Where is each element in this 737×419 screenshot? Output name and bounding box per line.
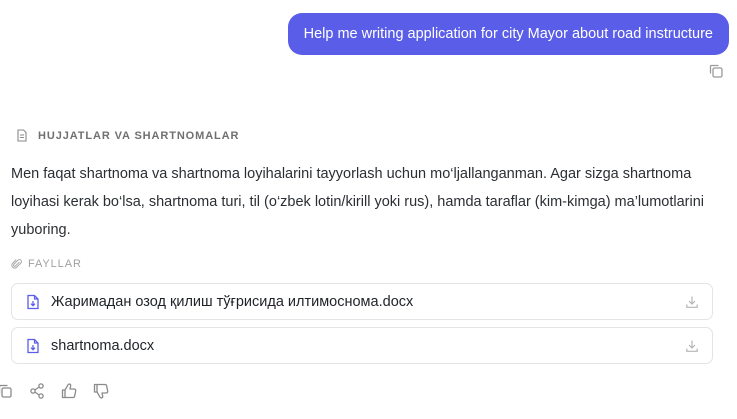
docx-file-icon xyxy=(27,294,39,309)
thumbs-down-icon[interactable] xyxy=(92,382,110,400)
user-message-bubble: Help me writing application for city May… xyxy=(287,13,729,55)
download-icon[interactable] xyxy=(685,339,699,353)
document-icon xyxy=(17,129,27,142)
section-title: HUJJATLAR VA SHARTNOMALAR xyxy=(38,129,240,142)
assistant-answer: Men faqat shartnoma va shartnoma loyihal… xyxy=(11,166,704,238)
paperclip-icon xyxy=(11,259,22,269)
files-label-text: FAYLLAR xyxy=(28,258,82,270)
file-card[interactable]: Жаримадан озод қилиш тўғрисида илтимосно… xyxy=(11,283,713,320)
chat-page: Help me writing application for city May… xyxy=(0,0,737,419)
file-name: Жаримадан озод қилиш тўғрисида илтимосно… xyxy=(51,293,414,310)
share-icon[interactable] xyxy=(28,382,46,400)
thumbs-up-icon[interactable] xyxy=(60,382,78,400)
section-header: HUJJATLAR VA SHARTNOMALAR xyxy=(16,129,239,142)
files-label: FAYLLAR xyxy=(11,258,82,270)
download-icon[interactable] xyxy=(685,295,699,309)
copy-icon[interactable] xyxy=(0,382,14,400)
message-actions xyxy=(0,382,110,400)
copy-message-button[interactable] xyxy=(707,62,725,80)
docx-file-icon xyxy=(27,338,39,353)
file-name: shartnoma.docx xyxy=(51,337,155,354)
file-card[interactable]: shartnoma.docx xyxy=(11,327,713,364)
